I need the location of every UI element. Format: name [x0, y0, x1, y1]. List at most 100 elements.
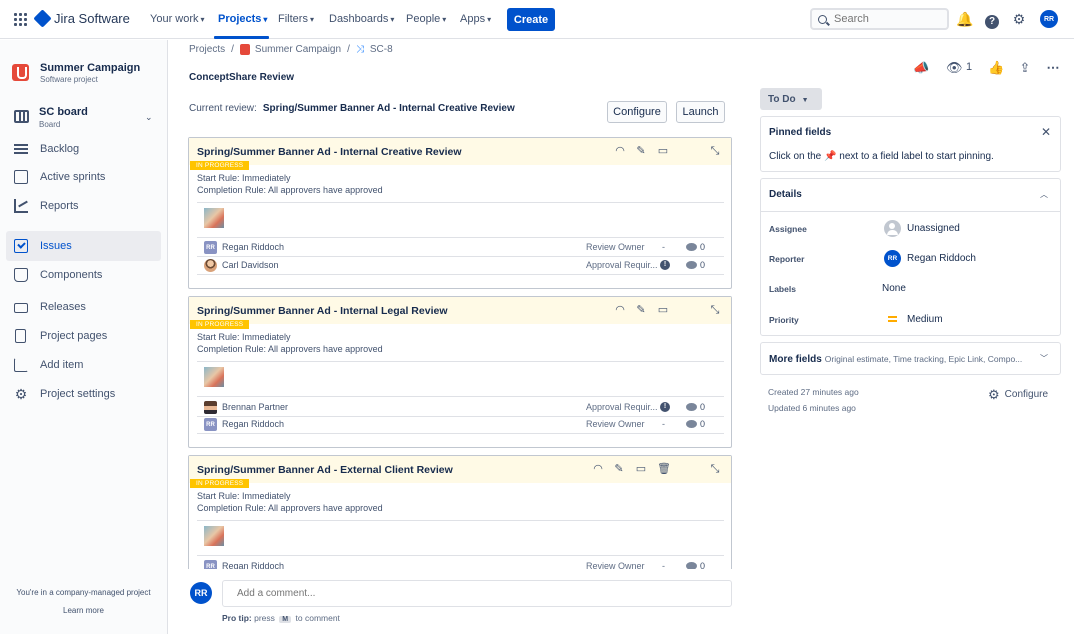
- configure-review-button[interactable]: Configure: [607, 101, 667, 123]
- chevron-down-icon[interactable]: ⌄: [145, 112, 153, 123]
- project-avatar-icon: [239, 44, 250, 55]
- nav-dashboards[interactable]: Dashboards ▾: [329, 13, 394, 25]
- collapse-icon[interactable]: ⤡: [709, 145, 721, 157]
- nav-apps[interactable]: Apps ▾: [460, 13, 491, 25]
- conceptshare-panel-title: ConceptShare Review: [189, 72, 295, 83]
- sidebar-item-reports[interactable]: Reports: [6, 191, 161, 221]
- status-dropdown[interactable]: To Do ▼: [760, 88, 822, 110]
- asset-thumbnail[interactable]: [204, 526, 224, 546]
- configure-label: Configure: [1004, 389, 1049, 400]
- edit-pencil-icon[interactable]: ✎: [635, 304, 647, 316]
- breadcrumb-project[interactable]: Summer Campaign: [255, 44, 341, 55]
- more-actions-icon[interactable]: ⋯: [1045, 60, 1061, 75]
- review-cards-scroll[interactable]: Spring/Summer Banner Ad - Internal Creat…: [188, 131, 733, 569]
- sprint-board-icon: [14, 170, 28, 184]
- create-button[interactable]: Create: [507, 8, 555, 31]
- speedometer-icon[interactable]: ◠: [592, 463, 604, 475]
- divider: [197, 555, 724, 556]
- status-badge: IN PROGRESS: [190, 161, 250, 170]
- labels-label: Labels: [769, 284, 796, 294]
- sidebar-item-label: Issues: [40, 240, 72, 252]
- share-icon[interactable]: ⇪: [1017, 60, 1033, 75]
- asset-thumbnail[interactable]: [204, 367, 224, 387]
- folder-icon[interactable]: ▭: [657, 145, 669, 157]
- close-icon[interactable]: ✕: [1041, 125, 1051, 139]
- folder-icon[interactable]: ▭: [635, 463, 647, 475]
- updated-timestamp: Updated 6 minutes ago: [768, 403, 856, 413]
- sidebar-item-label: Active sprints: [40, 171, 106, 183]
- settings-gear-icon[interactable]: ⚙: [1011, 11, 1027, 27]
- participant-state: -: [662, 561, 665, 569]
- participant-avatar: [204, 401, 217, 414]
- participant-state: -: [662, 242, 665, 252]
- nav-filters[interactable]: Filters ▾: [278, 13, 314, 25]
- assignee-value[interactable]: Unassigned: [907, 223, 960, 234]
- nav-people[interactable]: People ▾: [406, 13, 446, 25]
- review-card-title[interactable]: Spring/Summer Banner Ad - Internal Creat…: [197, 146, 462, 158]
- comment-count: 0: [700, 260, 706, 270]
- like-thumb-icon[interactable]: 👍: [988, 60, 1004, 75]
- chevron-up-icon[interactable]: ︿: [1040, 189, 1048, 200]
- divider: [197, 256, 724, 257]
- configure-fields-button[interactable]: ⚙ Configure: [988, 387, 1048, 403]
- folder-icon[interactable]: ▭: [657, 304, 669, 316]
- help-icon[interactable]: ?: [984, 11, 1000, 29]
- pin-icon: 📌: [824, 151, 837, 162]
- nav-projects[interactable]: Projects ▾: [218, 13, 267, 25]
- reporter-value[interactable]: Regan Riddoch: [907, 253, 976, 264]
- comment-count: 0: [700, 402, 706, 412]
- jira-logo[interactable]: Jira Software: [33, 9, 130, 28]
- sidebar-item-add-item[interactable]: Add item: [6, 350, 161, 380]
- more-fields-panel[interactable]: More fields Original estimate, Time track…: [760, 342, 1061, 375]
- status-badge: IN PROGRESS: [190, 479, 250, 488]
- comment-input[interactable]: [222, 580, 732, 607]
- edit-pencil-icon[interactable]: ✎: [635, 145, 647, 157]
- breadcrumb-separator: /: [347, 44, 350, 55]
- divider: [197, 433, 724, 434]
- sidebar-item-components[interactable]: Components: [6, 260, 161, 290]
- labels-value[interactable]: None: [882, 283, 906, 294]
- search-box[interactable]: [810, 8, 949, 30]
- sidebar-project-name[interactable]: Summer Campaign: [40, 62, 140, 74]
- completion-rule: Completion Rule: All approvers have appr…: [197, 344, 383, 354]
- keyboard-shortcut-key: M: [279, 616, 292, 623]
- nav-your-work[interactable]: Your work ▾: [150, 13, 205, 25]
- notifications-icon[interactable]: 🔔: [956, 11, 973, 27]
- watch-eye-icon[interactable]: 👁: [946, 60, 963, 75]
- collapse-icon[interactable]: ⤡: [709, 304, 721, 316]
- review-card: Spring/Summer Banner Ad - External Clien…: [188, 455, 732, 569]
- collapse-icon[interactable]: ⤡: [709, 463, 721, 475]
- search-input[interactable]: [834, 13, 934, 25]
- sidebar-item-project-pages[interactable]: Project pages: [6, 321, 161, 351]
- chevron-down-icon[interactable]: ﹀: [1040, 353, 1048, 364]
- launch-review-button[interactable]: Launch: [676, 101, 725, 123]
- sidebar-board-name[interactable]: SC board: [39, 106, 88, 118]
- priority-value[interactable]: Medium: [907, 314, 943, 325]
- review-card-title[interactable]: Spring/Summer Banner Ad - Internal Legal…: [197, 305, 448, 317]
- sidebar-item-releases[interactable]: Releases: [6, 292, 161, 322]
- breadcrumb-projects[interactable]: Projects: [189, 44, 225, 55]
- sidebar-item-issues[interactable]: Issues: [6, 231, 161, 261]
- review-card-title[interactable]: Spring/Summer Banner Ad - External Clien…: [197, 464, 453, 476]
- current-review-label: Current review:: [189, 103, 257, 114]
- sidebar-item-project-settings[interactable]: ⚙ Project settings: [6, 379, 161, 409]
- review-card: Spring/Summer Banner Ad - Internal Creat…: [188, 137, 732, 289]
- pro-tip-label: Pro tip:: [222, 613, 252, 623]
- speedometer-icon[interactable]: ◠: [614, 304, 626, 316]
- chevron-down-icon: ▾: [442, 15, 447, 24]
- speedometer-icon[interactable]: ◠: [614, 145, 626, 157]
- participant-avatar: RR: [204, 241, 217, 254]
- learn-more-link[interactable]: Learn more: [0, 606, 167, 615]
- sidebar-item-active-sprints[interactable]: Active sprints: [6, 162, 161, 192]
- feedback-megaphone-icon[interactable]: 📣: [913, 60, 930, 75]
- asset-thumbnail[interactable]: [204, 208, 224, 228]
- trash-icon[interactable]: 🗑: [657, 463, 671, 475]
- sidebar-item-backlog[interactable]: Backlog: [6, 134, 161, 164]
- participant-name: Carl Davidson: [222, 260, 279, 270]
- breadcrumb-issue-key[interactable]: SC-8: [370, 44, 393, 55]
- edit-pencil-icon[interactable]: ✎: [613, 463, 625, 475]
- details-title[interactable]: Details: [769, 189, 802, 200]
- gear-icon: ⚙: [988, 387, 1000, 402]
- user-avatar[interactable]: RR: [1040, 10, 1058, 28]
- app-switcher-icon[interactable]: [14, 13, 27, 26]
